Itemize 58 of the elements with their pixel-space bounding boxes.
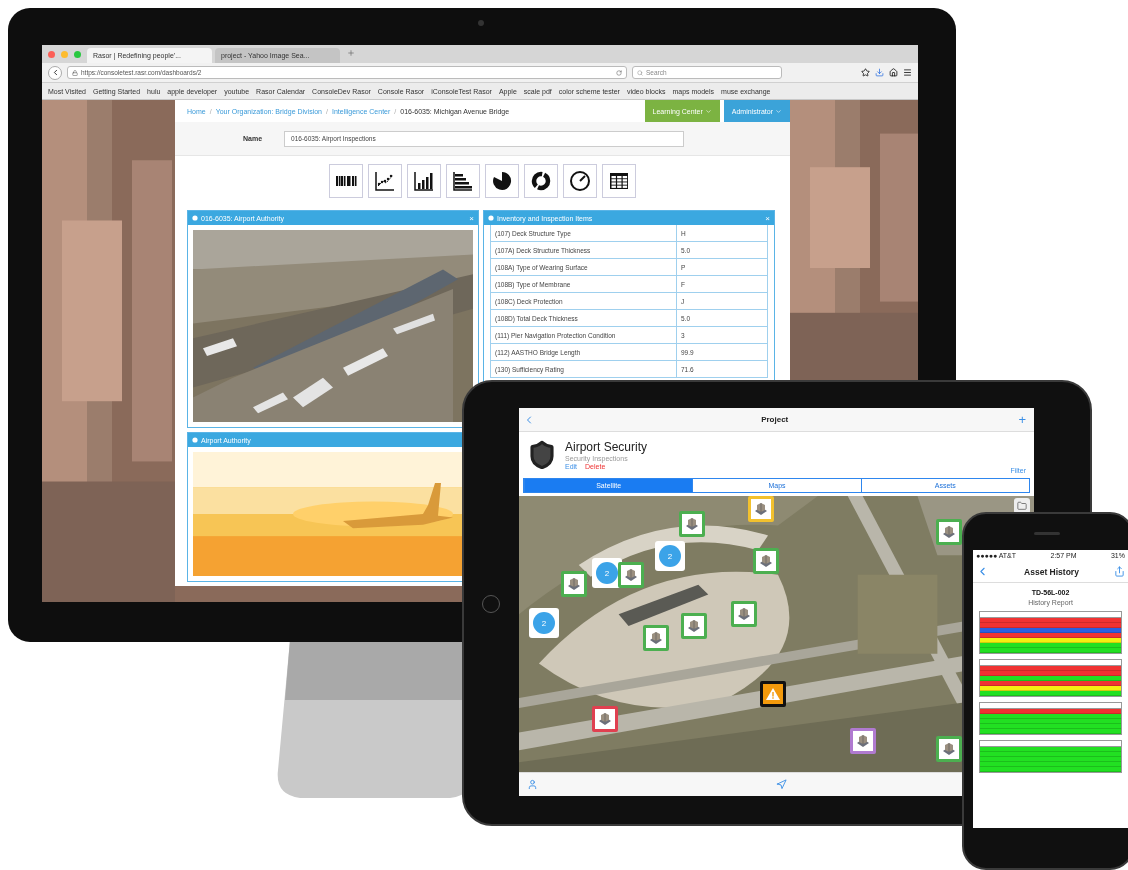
back-button[interactable] (48, 65, 62, 80)
building-icon (941, 524, 957, 540)
chart-type-button[interactable] (329, 164, 363, 198)
nav-title: Asset History (1023, 566, 1080, 577)
chart-type-button[interactable] (602, 164, 636, 198)
building-icon (753, 501, 769, 517)
map-asset-marker[interactable] (679, 511, 705, 537)
map-asset-marker[interactable] (753, 548, 779, 574)
gauge-icon (568, 169, 592, 193)
map-asset-marker[interactable] (643, 625, 669, 651)
building-icon (758, 553, 774, 569)
warning-icon (765, 686, 781, 702)
map-asset-marker[interactable] (748, 496, 774, 522)
person-icon[interactable] (527, 779, 538, 790)
building-icon (597, 711, 613, 727)
download-icon[interactable] (875, 68, 884, 77)
map-asset-marker[interactable] (936, 519, 962, 545)
chart-type-button[interactable] (563, 164, 597, 198)
lock-icon (72, 69, 78, 76)
map-asset-marker[interactable] (681, 613, 707, 639)
map-asset-marker[interactable] (561, 571, 587, 597)
chart-type-button[interactable] (524, 164, 558, 198)
project-name: Airport Security (565, 440, 649, 454)
map-asset-marker[interactable] (850, 728, 876, 754)
caret-icon (704, 107, 712, 115)
star-icon[interactable] (861, 68, 870, 77)
map-alert-marker[interactable] (760, 681, 786, 707)
menu-icon[interactable] (903, 68, 912, 77)
speaker-icon (1034, 532, 1060, 535)
building-icon (566, 576, 582, 592)
chart-type-button[interactable] (485, 164, 519, 198)
building-icon (623, 567, 639, 583)
chart-type-button[interactable] (368, 164, 402, 198)
horizontal-bar-chart-icon (451, 169, 475, 193)
caret-icon (775, 107, 782, 115)
pie-chart-icon (490, 169, 514, 193)
reload-icon[interactable] (616, 69, 622, 76)
shield-icon (527, 440, 557, 470)
map-asset-marker[interactable] (731, 601, 757, 627)
nav-title: Project (760, 415, 790, 424)
building-icon (736, 606, 752, 622)
home-icon[interactable] (889, 68, 898, 77)
map-asset-marker[interactable] (592, 706, 618, 732)
chart-type-button[interactable] (446, 164, 480, 198)
chart-type-button[interactable] (407, 164, 441, 198)
map-asset-marker[interactable] (936, 736, 962, 762)
bar-chart-icon (412, 169, 436, 193)
building-icon (684, 516, 700, 532)
map-asset-marker[interactable] (618, 562, 644, 588)
building-icon (686, 618, 702, 634)
building-icon (941, 741, 957, 757)
search-icon (637, 69, 643, 76)
donut-chart-icon (529, 169, 553, 193)
share-icon[interactable] (1114, 566, 1125, 577)
building-icon (648, 630, 664, 646)
location-arrow-icon[interactable] (775, 779, 787, 790)
building-icon (855, 733, 871, 749)
scatter-chart-icon (373, 169, 397, 193)
